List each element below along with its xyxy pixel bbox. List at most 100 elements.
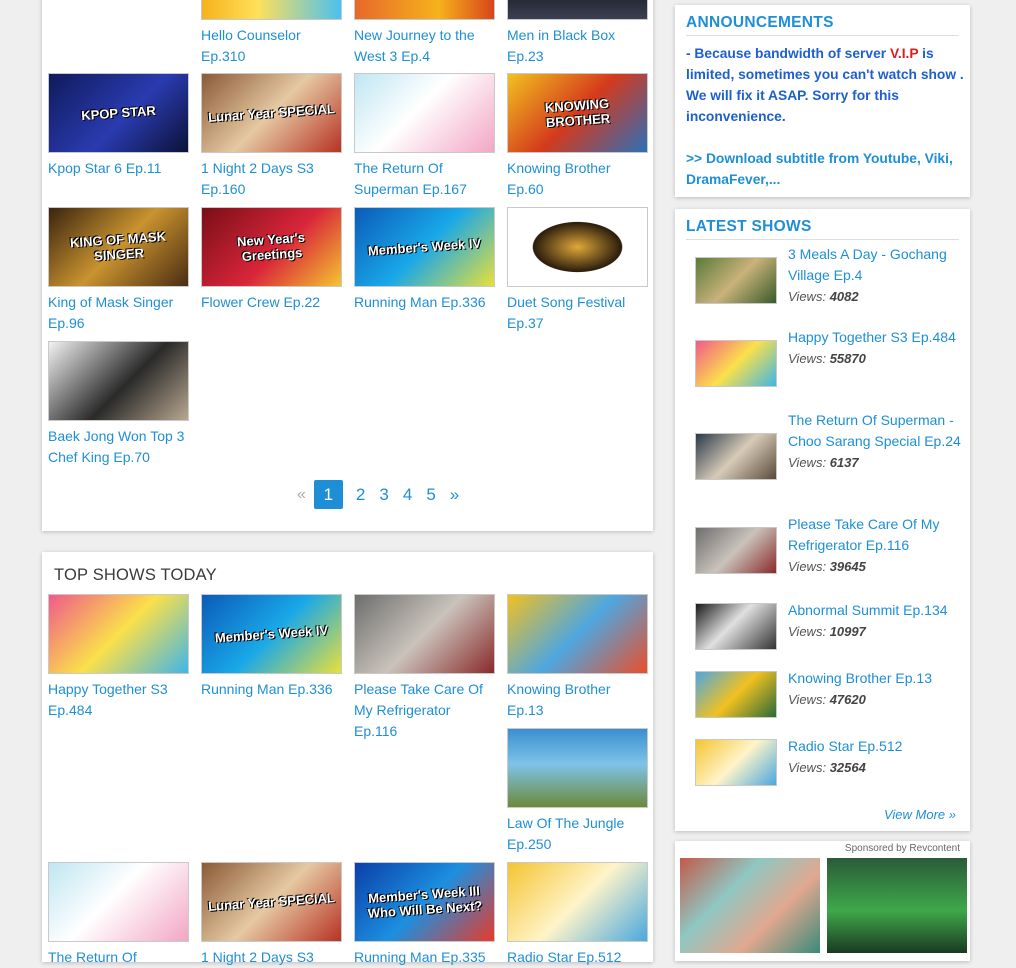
show-thumbnail[interactable] [48,341,189,421]
show-thumbnail[interactable] [507,862,648,942]
latest-show-title[interactable]: Abnormal Summit Ep.134 [788,602,948,618]
show-thumbnail[interactable] [354,73,495,153]
view-more-link[interactable]: View More » [884,807,956,822]
show-thumbnail[interactable]: KING OF MASK SINGER [48,207,189,287]
show-thumbnail[interactable] [507,207,648,287]
pagination-page-3[interactable]: 3 [379,485,388,505]
latest-show-title[interactable]: Radio Star Ep.512 [788,738,902,754]
download-subtitle-link[interactable]: >> Download subtitle from Youtube, Viki,… [686,148,964,190]
latest-show-thumbnail[interactable] [695,671,777,718]
show-title[interactable]: Running Man Ep.336 [354,292,495,313]
latest-shows-panel: LATEST SHOWS 3 Meals A Day - Gochang Vil… [675,209,970,831]
show-title[interactable]: New Journey to the West 3 Ep.4 [354,25,495,67]
sponsored-label: Sponsored by Revcontent [844,843,960,854]
show-title[interactable]: Law Of The Jungle Ep.250 [507,813,648,855]
show-title[interactable]: Hello Counselor Ep.310 [201,25,342,67]
latest-show-thumbnail[interactable] [695,603,777,650]
show-thumbnail[interactable]: New Year's Greetings [201,207,342,287]
pagination-prev[interactable]: « [297,486,306,504]
show-thumbnail[interactable]: KPOP STAR [48,73,189,153]
show-title[interactable]: Men in Black Box Ep.23 [507,25,648,67]
show-card[interactable]: Member's Week IV Running Man Ep.336 [354,207,495,313]
thumbnail-caption: Member's Week IV [367,235,482,259]
show-thumbnail[interactable]: Lunar Year SPECIAL [201,73,342,153]
show-card[interactable]: KPOP STAR Kpop Star 6 Ep.11 [48,73,189,179]
show-card[interactable]: Law Of The Jungle Ep.250 [507,728,648,855]
sponsored-ad[interactable] [827,858,967,953]
show-title[interactable]: King of Mask Singer Ep.96 [48,292,189,334]
show-thumbnail[interactable]: Member's Week III Who Will Be Next? [354,862,495,942]
views-value: 10997 [829,624,866,639]
show-title[interactable]: Running Man Ep.335 [354,947,495,968]
thumbnail-caption: Member's Week IV [214,622,329,646]
show-title[interactable]: Knowing Brother Ep.60 [507,158,648,200]
show-card[interactable]: The Return Of Superman Ep.167 [354,73,495,200]
show-card[interactable]: Baek Jong Won Top 3 Chef King Ep.70 [48,341,189,468]
latest-show-thumbnail[interactable] [695,257,777,304]
show-title[interactable]: Duet Song Festival Ep.37 [507,292,648,334]
views-label: Views: [788,559,827,574]
show-thumbnail[interactable] [354,594,495,674]
show-card[interactable]: Hello Counselor Ep.310 [201,0,342,67]
pagination-page-5[interactable]: 5 [426,485,435,505]
show-thumbnail[interactable] [354,0,495,20]
show-card[interactable]: Member's Week III Who Will Be Next? Runn… [354,862,495,968]
show-card[interactable]: Lunar Year SPECIAL 1 Night 2 Days S3 Ep.… [201,73,342,200]
show-title[interactable]: The Return Of [48,947,189,968]
sponsored-ad[interactable] [680,858,820,953]
show-title[interactable]: Please Take Care Of My Refrigerator Ep.1… [354,679,495,742]
show-thumbnail[interactable]: Member's Week IV [201,594,342,674]
latest-show-title[interactable]: Knowing Brother Ep.13 [788,670,932,686]
latest-show-thumbnail[interactable] [695,340,777,387]
latest-show-title[interactable]: Happy Together S3 Ep.484 [788,329,956,345]
show-title[interactable]: Knowing Brother Ep.13 [507,679,648,721]
show-thumbnail[interactable]: KNOWING BROTHER [507,73,648,153]
show-card[interactable]: Happy Together S3 Ep.484 [48,594,189,721]
show-card[interactable]: New Year's Greetings Flower Crew Ep.22 [201,207,342,313]
show-card[interactable]: Lunar Year SPECIAL 1 Night 2 Days S3 [201,862,342,968]
show-thumbnail[interactable] [48,862,189,942]
show-title[interactable]: 1 Night 2 Days S3 Ep.160 [201,158,342,200]
latest-show-thumbnail[interactable] [695,739,777,786]
pagination-page-4[interactable]: 4 [403,485,412,505]
show-card[interactable]: Duet Song Festival Ep.37 [507,207,648,334]
views-count: Views: 32564 [788,760,866,775]
show-card[interactable]: Knowing Brother Ep.13 [507,594,648,721]
show-title[interactable]: The Return Of Superman Ep.167 [354,158,495,200]
show-title[interactable]: Flower Crew Ep.22 [201,292,342,313]
show-title[interactable]: Baek Jong Won Top 3 Chef King Ep.70 [48,426,189,468]
show-thumbnail[interactable] [507,728,648,808]
show-thumbnail[interactable]: Lunar Year SPECIAL [201,862,342,942]
show-title[interactable]: Running Man Ep.336 [201,679,342,700]
latest-show-title[interactable]: The Return Of Superman - Choo Sarang Spe… [788,412,961,449]
show-title[interactable]: Kpop Star 6 Ep.11 [48,158,189,179]
pagination-page-2[interactable]: 2 [356,485,365,505]
show-card[interactable]: New Journey to the West 3 Ep.4 [354,0,495,67]
views-value: 6137 [829,455,859,470]
show-card[interactable]: Men in Black Box Ep.23 [507,0,648,67]
show-thumbnail[interactable] [507,0,648,20]
show-thumbnail[interactable] [48,594,189,674]
show-card[interactable]: The Return Of [48,862,189,968]
latest-show-title[interactable]: 3 Meals A Day - Gochang Village Ep.4 [788,246,947,283]
show-title[interactable]: Happy Together S3 Ep.484 [48,679,189,721]
show-title[interactable]: 1 Night 2 Days S3 [201,947,342,968]
show-card[interactable]: KING OF MASK SINGER King of Mask Singer … [48,207,189,334]
views-label: Views: [788,351,827,366]
show-thumbnail[interactable] [507,594,648,674]
pagination-page-1[interactable]: 1 [313,480,343,509]
latest-show-thumbnail[interactable] [695,433,777,480]
show-card[interactable]: Please Take Care Of My Refrigerator Ep.1… [354,594,495,742]
show-card[interactable]: KNOWING BROTHER Knowing Brother Ep.60 [507,73,648,200]
views-value: 39645 [829,559,866,574]
latest-show-thumbnail[interactable] [695,527,777,574]
show-card[interactable]: Member's Week IV Running Man Ep.336 [201,594,342,700]
show-title[interactable]: Radio Star Ep.512 [507,947,648,968]
show-card[interactable]: Radio Star Ep.512 [507,862,648,968]
views-count: Views: 6137 [788,455,859,470]
pagination-next[interactable]: » [450,485,459,505]
latest-show-title[interactable]: Please Take Care Of My Refrigerator Ep.1… [788,516,939,553]
views-count: Views: 47620 [788,692,866,707]
show-thumbnail[interactable] [201,0,342,20]
show-thumbnail[interactable]: Member's Week IV [354,207,495,287]
